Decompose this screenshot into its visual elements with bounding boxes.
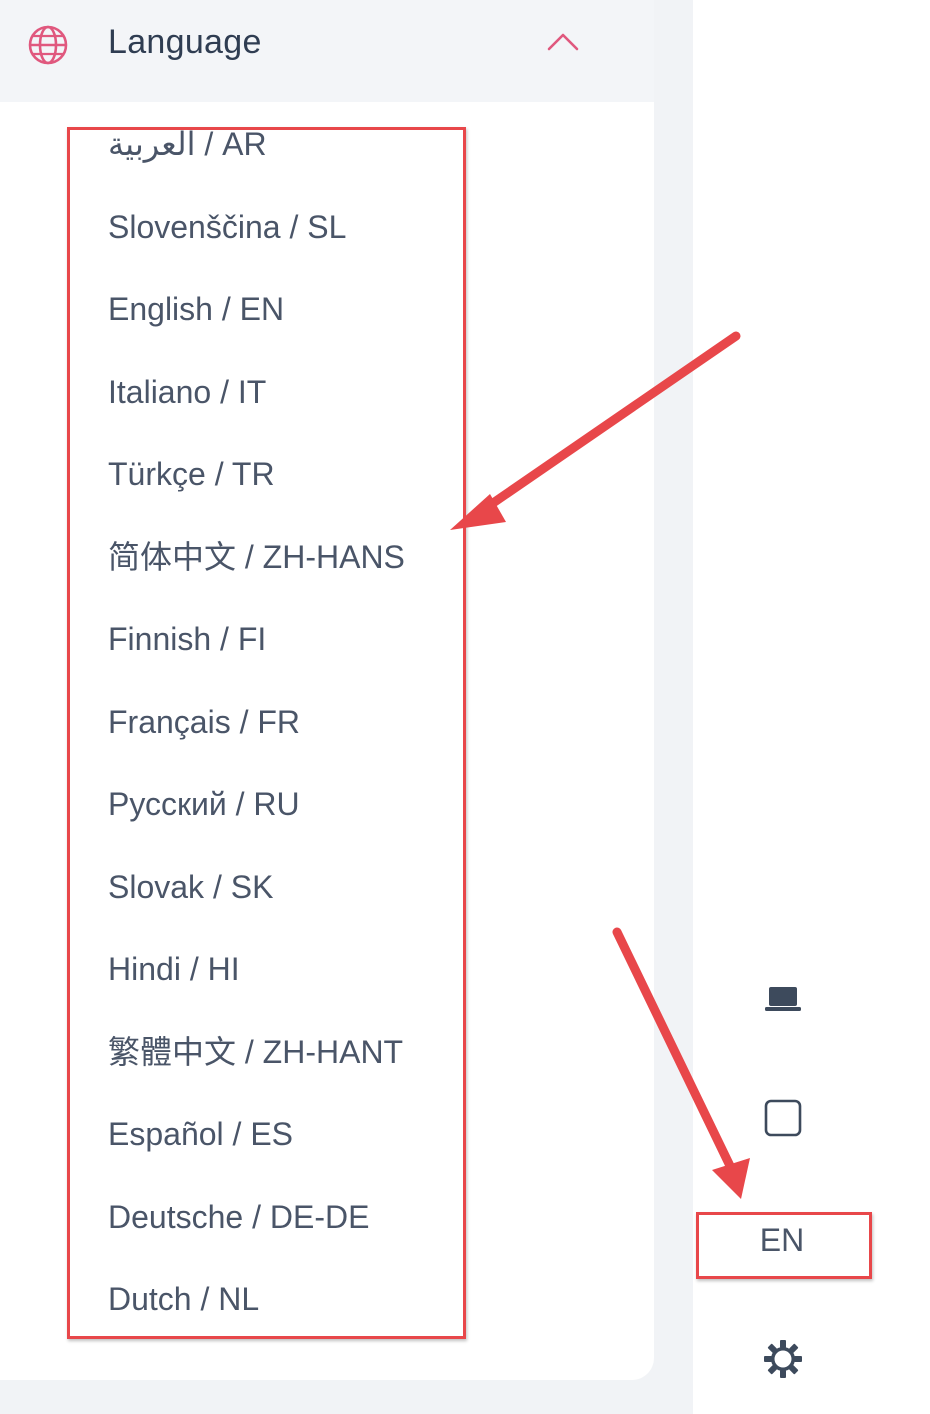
square-icon[interactable] bbox=[763, 1098, 803, 1138]
language-menu-title: Language bbox=[108, 23, 262, 61]
language-menu-panel: Language العربية / AR Slovenščina / SL E… bbox=[0, 0, 654, 1380]
language-option-it[interactable]: Italiano / IT bbox=[108, 362, 266, 422]
language-option-en[interactable]: English / EN bbox=[108, 279, 284, 339]
language-option-tr[interactable]: Türkçe / TR bbox=[108, 444, 275, 504]
language-option-sl[interactable]: Slovenščina / SL bbox=[108, 197, 346, 257]
language-menu-header[interactable]: Language bbox=[0, 0, 654, 102]
language-option-ru[interactable]: Русский / RU bbox=[108, 774, 300, 834]
language-option-sk[interactable]: Slovak / SK bbox=[108, 857, 273, 917]
language-option-zh-hant[interactable]: 繁體中文 / ZH-HANT bbox=[108, 1022, 403, 1082]
language-option-ar[interactable]: العربية / AR bbox=[108, 114, 267, 174]
language-option-es[interactable]: Español / ES bbox=[108, 1104, 293, 1164]
language-option-nl[interactable]: Dutch / NL bbox=[108, 1269, 259, 1329]
language-option-de-de[interactable]: Deutsche / DE-DE bbox=[108, 1187, 369, 1247]
language-option-zh-hans[interactable]: 简体中文 / ZH-HANS bbox=[108, 527, 405, 587]
language-option-fr[interactable]: Français / FR bbox=[108, 692, 300, 752]
language-switcher-en[interactable]: EN bbox=[740, 1216, 824, 1264]
language-option-hi[interactable]: Hindi / HI bbox=[108, 939, 240, 999]
globe-icon bbox=[28, 25, 68, 65]
language-option-fi[interactable]: Finnish / FI bbox=[108, 609, 266, 669]
gear-icon[interactable] bbox=[763, 1339, 803, 1379]
chevron-up-icon[interactable] bbox=[546, 30, 580, 52]
laptop-icon[interactable] bbox=[763, 980, 803, 1020]
page: Language العربية / AR Slovenščina / SL E… bbox=[0, 0, 930, 1414]
right-toolbar bbox=[693, 0, 930, 1414]
